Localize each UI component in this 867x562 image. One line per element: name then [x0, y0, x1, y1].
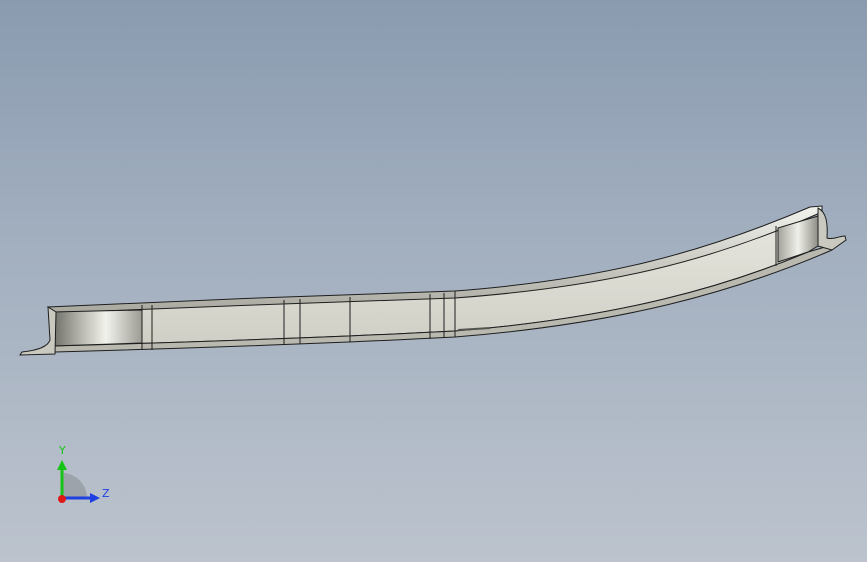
x-axis-dot	[58, 495, 66, 503]
graphics-viewport[interactable]: Y Z	[0, 0, 867, 562]
coordinate-triad: Y Z	[40, 440, 130, 510]
z-axis-label: Z	[102, 487, 110, 500]
left-flange-tab[interactable]	[19, 306, 57, 356]
triad-graphic: Y Z	[57, 444, 110, 503]
right-flange-tab[interactable]	[817, 207, 847, 251]
y-axis-label: Y	[58, 444, 66, 457]
left-end-cap[interactable]	[51, 309, 143, 347]
z-axis-arrow	[90, 493, 100, 503]
sheet-metal-part[interactable]	[0, 0, 867, 562]
y-axis-arrow	[57, 460, 67, 470]
triad-plane-indicator	[62, 473, 87, 498]
